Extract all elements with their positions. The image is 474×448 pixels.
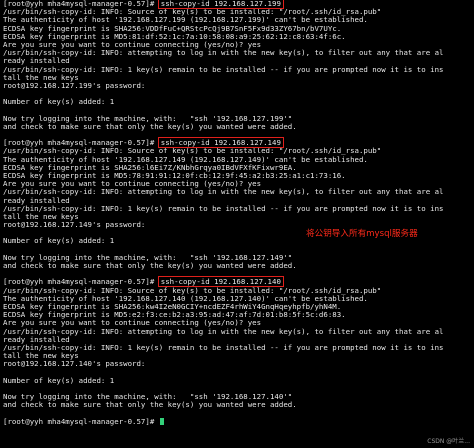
terminal-line: /usr/bin/ssh-copy-id: INFO: attempting t…	[3, 326, 444, 336]
output-block-1: /usr/bin/ssh-copy-id: INFO: Source of ke…	[3, 7, 474, 139]
shell-prompt: [root@yyh mha4mysql-manager-0.57]#	[3, 416, 155, 426]
terminal-line: Number of key(s) added: 1	[3, 97, 115, 107]
terminal-line: and check to make sure that only the key…	[3, 261, 297, 270]
output-block-3: /usr/bin/ssh-copy-id: INFO: Source of ke…	[3, 286, 474, 418]
terminal-line: root@192.168.127.140's password:	[3, 359, 146, 369]
annotation-label: 将公钥导入所有mysql服务器	[306, 229, 418, 239]
terminal-line: and check to make sure that only the key…	[3, 400, 297, 410]
terminal-input-line[interactable]: [root@yyh mha4mysql-manager-0.57]#	[3, 416, 474, 426]
terminal-line: root@192.168.127.199's password:	[3, 80, 146, 90]
terminal-line: Number of key(s) added: 1	[3, 375, 115, 385]
terminal-window[interactable]: [root@yyh mha4mysql-manager-0.57]# ssh-c…	[0, 0, 474, 448]
terminal-line: /usr/bin/ssh-copy-id: INFO: attempting t…	[3, 48, 444, 58]
terminal-line: /usr/bin/ssh-copy-id: INFO: attempting t…	[3, 187, 444, 197]
watermark: CSDN @叶兰...	[427, 437, 470, 445]
text-cursor	[159, 417, 164, 425]
output-block-2: /usr/bin/ssh-copy-id: INFO: Source of ke…	[3, 147, 474, 278]
terminal-line: and check to make sure that only the key…	[3, 121, 297, 131]
